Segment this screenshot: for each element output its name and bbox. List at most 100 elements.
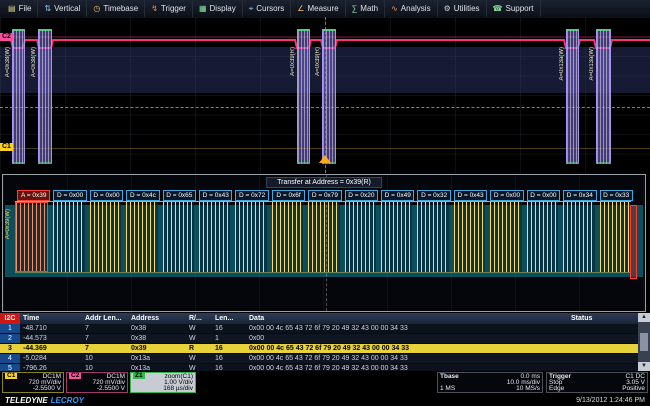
table-scrollbar[interactable]: ▲ ▼ — [638, 313, 650, 371]
cell-data: 0x00 00 4c 65 43 72 6f 79 20 49 32 43 00… — [246, 354, 568, 363]
descriptor-c2[interactable]: C2DC1M 720 mV/div -2.5500 V — [66, 372, 128, 393]
trigger-slope: Positive — [622, 385, 645, 392]
table-row[interactable]: 2 -44.573 7 0x38 W 1 0x00 — [0, 334, 638, 344]
menu-item-support[interactable]: ☎Support — [487, 0, 541, 17]
trigger-box[interactable]: TriggerC1 DC Stop3.05 V EdgePositive — [546, 372, 648, 393]
cell-rw: W — [186, 364, 212, 371]
decode-data-box: D = 0x00 — [53, 190, 86, 201]
protocol-badge[interactable]: I2C — [0, 313, 20, 324]
c1-channel-marker[interactable]: C1 — [0, 143, 13, 151]
scroll-up-icon[interactable]: ▲ — [638, 313, 650, 322]
sda-low-rail — [15, 272, 631, 273]
cell-data: 0x00 — [246, 334, 568, 343]
menu-item-label: Math — [360, 4, 378, 13]
table-row[interactable]: 5 -796.26 10 0x13a W 16 0x00 00 4c 65 43… — [0, 364, 638, 371]
menu-item-vertical[interactable]: ⇅Vertical — [38, 0, 87, 17]
col-header-status[interactable]: Status — [568, 313, 638, 324]
col-header-rw[interactable]: R/... — [186, 313, 212, 324]
table-row[interactable]: 4 -5.0284 10 0x13a W 16 0x00 00 4c 65 43… — [0, 354, 638, 364]
i2c-byte-burst — [381, 202, 412, 272]
zoom-panel[interactable]: A = 0x39 D = 0x00 D = 0x00 D = 0x4c D = … — [2, 174, 646, 312]
cell-status — [568, 364, 638, 371]
trigger-position-marker[interactable] — [319, 155, 331, 163]
i2c-byte-burst — [53, 202, 84, 272]
col-header-addr-len[interactable]: Addr Len... — [82, 313, 128, 324]
scrollbar-thumb[interactable] — [640, 333, 648, 351]
decode-address-box: A = 0x39 — [17, 190, 50, 201]
file-icon: ▤ — [8, 5, 16, 13]
brand-teledyne: TELEDYNE — [5, 396, 48, 405]
cell-data: 0x00 00 4c 65 43 72 6f 79 20 49 32 43 00… — [246, 364, 568, 371]
c2-label: C2 — [69, 373, 81, 379]
menu-item-measure[interactable]: ∠Measure — [291, 0, 345, 17]
cell-data: 0x00 00 4c 65 43 72 6f 79 20 49 32 43 00… — [246, 344, 568, 353]
cell-rw: W — [186, 354, 212, 363]
i2c-byte-burst — [126, 202, 157, 272]
i2c-burst-highlight: A=0x39(R) — [297, 29, 310, 164]
cell-address: 0x38 — [128, 324, 186, 333]
cell-address: 0x13a — [128, 354, 186, 363]
timebase-label: Tbase — [440, 373, 459, 380]
cell-address: 0x39 — [128, 344, 186, 353]
menu-item-cursors[interactable]: ⌖Cursors — [243, 0, 292, 17]
table-row-selected[interactable]: 3 -44.369 7 0x39 R 16 0x00 00 4c 65 43 7… — [0, 344, 638, 354]
menu-item-analysis[interactable]: ∿Analysis — [385, 0, 438, 17]
i2c-byte-burst — [417, 202, 448, 272]
menu-item-label: Display — [210, 4, 236, 13]
descriptor-z1[interactable]: Z1zoom(C1) 1.00 V/div 168 µs/div — [130, 372, 196, 393]
i2c-byte-burst — [308, 202, 339, 272]
menu-item-utilities[interactable]: ⚙Utilities — [438, 0, 487, 17]
cell-status — [568, 334, 638, 343]
timebase-samples: 1 MS — [440, 385, 455, 392]
cell-status — [568, 344, 638, 353]
cursors-icon: ⌖ — [249, 5, 254, 13]
support-icon: ☎ — [493, 5, 503, 13]
vertical-icon: ⇅ — [44, 5, 51, 13]
decode-data-box: D = 0x00 — [527, 190, 560, 201]
row-index: 3 — [0, 344, 20, 353]
teledyne-lecroy-logo: TELEDYNE LECROY — [5, 396, 84, 405]
cell-time: -48.710 — [20, 324, 82, 333]
analysis-icon: ∿ — [391, 5, 398, 13]
cell-time: -5.0284 — [20, 354, 82, 363]
menu-item-display[interactable]: ▦Display — [193, 0, 243, 17]
decode-data-box: D = 0x72 — [235, 190, 268, 201]
menu-item-trigger[interactable]: ↯Trigger — [145, 0, 193, 17]
menu-item-label: Trigger — [161, 4, 186, 13]
cell-time: -44.369 — [20, 344, 82, 353]
decode-data-box: D = 0x6f — [272, 190, 305, 201]
c1-label: C1 — [5, 373, 17, 379]
c2-channel-marker[interactable]: C2 — [0, 33, 13, 41]
col-header-data[interactable]: Data — [246, 313, 568, 324]
timebase-box[interactable]: Tbase0.0 ms 10.0 ms/div 1 MS10 MS/s — [437, 372, 543, 393]
menu-item-math[interactable]: ∑Math — [346, 0, 386, 17]
col-header-len[interactable]: Len... — [212, 313, 246, 324]
cell-status — [568, 324, 638, 333]
c1-offset: -2.5500 V — [33, 385, 61, 392]
col-header-time[interactable]: Time — [20, 313, 82, 324]
i2c-address-burst — [15, 202, 48, 272]
timebase-rate: 10 MS/s — [516, 385, 540, 392]
burst-label: A=0x13a(W) — [559, 47, 565, 81]
cell-len: 16 — [212, 364, 246, 371]
status-bar: TELEDYNE LECROY 9/13/2012 1:24:46 PM — [0, 394, 650, 406]
menu-item-file[interactable]: ▤File — [2, 0, 38, 17]
table-row[interactable]: 1 -48.710 7 0x38 W 16 0x00 00 4c 65 43 7… — [0, 324, 638, 334]
cell-addr-len: 10 — [82, 364, 128, 371]
menu-item-label: Utilities — [454, 4, 480, 13]
col-header-address[interactable]: Address — [128, 313, 186, 324]
i2c-burst-highlight: A=0x38(W) — [12, 29, 25, 164]
cell-addr-len: 7 — [82, 324, 128, 333]
decode-data-box: D = 0x79 — [308, 190, 341, 201]
row-index: 4 — [0, 354, 20, 363]
scroll-down-icon[interactable]: ▼ — [638, 362, 650, 371]
decode-data-box: D = 0x00 — [90, 190, 123, 201]
trigger-type: Edge — [549, 385, 564, 392]
cell-addr-len: 7 — [82, 344, 128, 353]
waveform-grid[interactable]: A=0x38(W) A=0x38(W) A=0x39(R) A=0x39(R) … — [0, 17, 650, 173]
menu-item-timebase[interactable]: ◷Timebase — [87, 0, 145, 17]
cell-data: 0x00 00 4c 65 43 72 6f 79 20 49 32 43 00… — [246, 324, 568, 333]
cell-len: 16 — [212, 324, 246, 333]
z1-label: Z1 — [133, 373, 145, 379]
descriptor-c1[interactable]: C1DC1M 720 mV/div -2.5500 V — [2, 372, 64, 393]
